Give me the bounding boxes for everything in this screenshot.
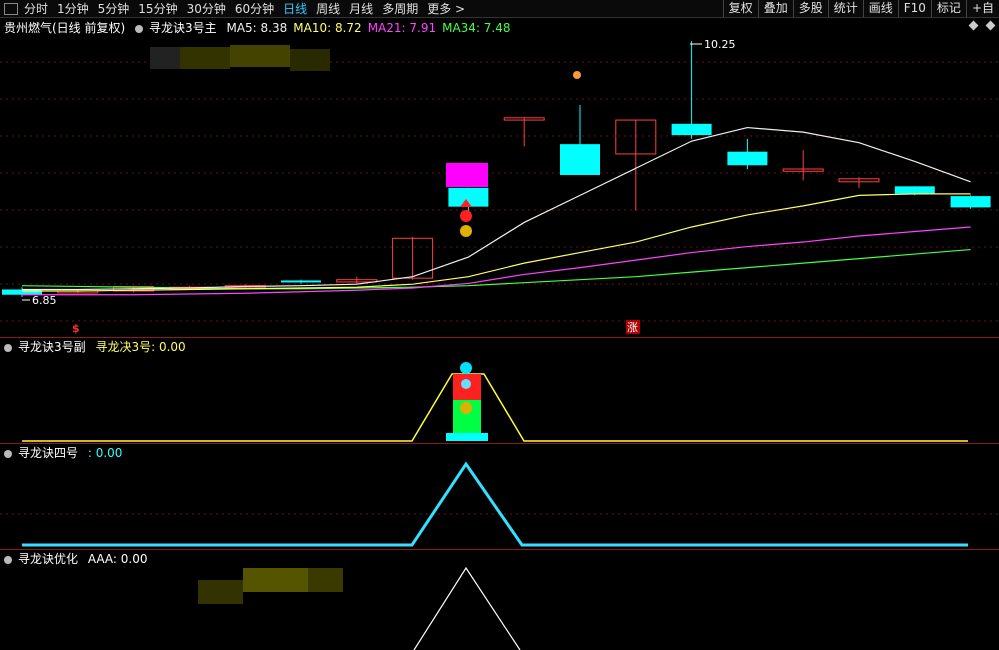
plus-icon [460, 210, 472, 222]
period-tab-4[interactable]: 30分钟 [187, 0, 226, 17]
sub3-chart[interactable] [0, 550, 999, 650]
period-tab-1[interactable]: 1分钟 [57, 0, 89, 17]
period-tabs: 分时 1分钟 5分钟 15分钟 30分钟 60分钟 日线 周线 月线 多周期 更多 > [0, 0, 474, 17]
blurred-region [180, 47, 230, 69]
sub3-line [413, 566, 521, 650]
period-tab-2[interactable]: 5分钟 [98, 0, 130, 17]
blurred-region [290, 49, 330, 71]
low-price-label: 6.85 [32, 294, 57, 307]
candle-body [560, 144, 600, 176]
candle-body [894, 186, 935, 194]
period-tab-9[interactable]: 多周期 [382, 0, 418, 17]
toolbar-button-4[interactable]: 画线 [862, 0, 898, 17]
money-bag-icon [460, 402, 472, 414]
period-tab-7[interactable]: 周线 [316, 0, 340, 17]
blurred-region [308, 568, 343, 592]
money-bag-icon [460, 225, 472, 237]
candle-body [281, 280, 321, 283]
high-price-label: 10.25 [704, 38, 736, 51]
signal-dollar-mark: $ [72, 322, 80, 335]
window-icon[interactable] [4, 2, 18, 15]
candle-body [727, 151, 768, 166]
ma10-line [22, 193, 971, 292]
period-toolbar: 分时 1分钟 5分钟 15分钟 30分钟 60分钟 日线 周线 月线 多周期 更多 > 复权 叠加 多股… [0, 0, 999, 18]
candle-body [950, 196, 991, 208]
toolbar-button-2[interactable]: 多股 [792, 0, 828, 17]
ma5-line [22, 126, 971, 291]
candle-body [671, 123, 712, 136]
signal-box [446, 163, 488, 187]
toolbar-buttons: 复权 叠加 多股 统计 画线 F10 标记 +自 [722, 0, 999, 17]
blurred-region [150, 47, 180, 69]
blurred-region [198, 580, 243, 604]
period-tab-10[interactable]: 更多 > [427, 0, 465, 17]
toolbar-button-7[interactable]: +自 [965, 0, 999, 17]
candlestick-chart[interactable]: 10.25 6.85 $ 涨 [0, 17, 999, 337]
blurred-region [243, 568, 308, 592]
ma34-line [21, 248, 971, 290]
sub1-cyan-bar [446, 433, 488, 441]
sub2-chart[interactable] [0, 444, 999, 549]
toolbar-button-3[interactable]: 统计 [827, 0, 863, 17]
period-tab-6[interactable]: 日线 [283, 0, 307, 17]
butterfly-small-icon [461, 379, 471, 389]
toolbar-button-1[interactable]: 叠加 [757, 0, 793, 17]
butterfly-icon [460, 362, 472, 374]
period-tab-8[interactable]: 月线 [349, 0, 373, 17]
zhang-mark: 涨 [627, 321, 638, 334]
period-tab-5[interactable]: 60分钟 [235, 0, 274, 17]
sub2-line [22, 461, 968, 547]
sub1-chart[interactable] [0, 338, 999, 443]
period-tab-3[interactable]: 15分钟 [138, 0, 177, 17]
toolbar-button-5[interactable]: F10 [897, 0, 931, 17]
toolbar-button-6[interactable]: 标记 [930, 0, 966, 17]
sub1-line [22, 373, 968, 442]
blurred-region [230, 45, 290, 67]
runner-icon [573, 71, 581, 79]
toolbar-button-0[interactable]: 复权 [722, 0, 758, 17]
period-tab-0[interactable]: 分时 [24, 0, 48, 17]
